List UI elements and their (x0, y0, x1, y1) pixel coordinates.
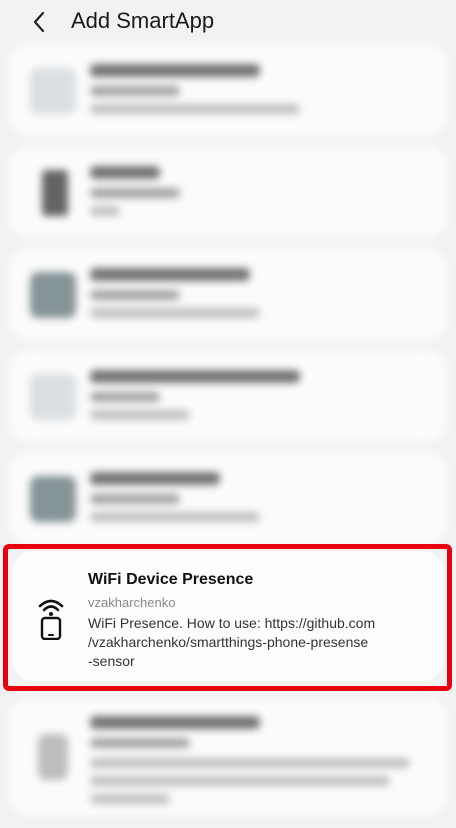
blurred-line (90, 758, 410, 768)
wifi-phone-icon (36, 596, 66, 641)
back-button[interactable] (26, 8, 54, 36)
smartapp-card-blurred[interactable] (8, 350, 448, 442)
blurred-line (90, 738, 190, 748)
app-icon (42, 170, 68, 216)
blurred-line (90, 86, 180, 96)
app-description: WiFi Presence. How to use: https://githu… (88, 614, 433, 671)
smartapp-card-blurred[interactable] (8, 146, 448, 238)
app-icon (30, 68, 76, 114)
smartapp-card-blurred[interactable] (8, 698, 448, 816)
smartapp-card-blurred[interactable] (8, 248, 448, 340)
smartapp-card-blurred[interactable] (8, 44, 448, 136)
description-line: -sensor (88, 653, 135, 669)
blurred-line (90, 410, 190, 420)
smartapp-card-blurred[interactable] (8, 452, 448, 544)
app-bar: Add SmartApp (0, 0, 456, 46)
blurred-line (90, 494, 180, 504)
app-author: vzakharchenko (88, 595, 176, 610)
blurred-line (90, 776, 390, 786)
blurred-line (90, 794, 170, 804)
app-icon (30, 374, 76, 420)
blurred-title (90, 370, 300, 383)
blurred-title (90, 716, 260, 729)
blurred-line (90, 188, 180, 198)
blurred-title (90, 64, 260, 77)
blurred-line (90, 206, 120, 216)
blurred-title (90, 268, 250, 281)
app-name: WiFi Device Presence (88, 571, 254, 588)
description-line: WiFi Presence. How to use: https://githu… (88, 615, 376, 631)
app-icon (30, 476, 76, 522)
chevron-left-icon (33, 11, 45, 33)
blurred-line (90, 512, 260, 522)
page-title: Add SmartApp (71, 8, 215, 33)
blurred-title (90, 166, 160, 179)
blurred-line (90, 290, 180, 300)
blurred-line (90, 104, 300, 114)
blurred-line (90, 392, 160, 402)
app-icon (38, 734, 68, 780)
app-icon (30, 272, 76, 318)
blurred-title (90, 472, 220, 485)
description-line: /vzakharchenko/smartthings-phone-presens… (88, 634, 369, 650)
smartapp-card-wifi-device-presence[interactable]: WiFi Device Presence vzakharchenko WiFi … (12, 551, 444, 681)
blurred-line (90, 308, 260, 318)
